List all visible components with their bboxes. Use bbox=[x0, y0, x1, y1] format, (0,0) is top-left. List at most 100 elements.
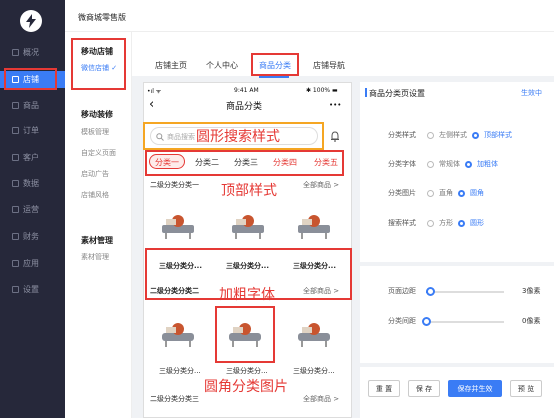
back-icon[interactable]: ‹ bbox=[149, 97, 154, 112]
option-label: 左侧样式 bbox=[439, 131, 467, 139]
tab-store-home[interactable]: 店铺主页 bbox=[155, 60, 187, 71]
battery-indicator: ✱ 100% ▬ bbox=[306, 87, 338, 94]
category-tab-1[interactable]: 分类一 bbox=[155, 157, 179, 168]
category-font-setting: 分类字体 常规体 加粗体 bbox=[388, 159, 498, 169]
search-style-setting: 搜索样式 方形 圆形 bbox=[388, 218, 484, 228]
radio-round-search[interactable] bbox=[458, 219, 465, 227]
radio-square-search[interactable] bbox=[427, 219, 434, 227]
subnav-item-launch-ad[interactable]: 启动广告 bbox=[81, 169, 109, 179]
sub-category-label: 三级分类分... bbox=[226, 262, 269, 270]
category-tab-3[interactable]: 分类三 bbox=[234, 157, 258, 168]
apps-icon bbox=[12, 260, 19, 267]
product-icon bbox=[12, 102, 19, 109]
panel-divider bbox=[360, 262, 554, 266]
category-tab-2[interactable]: 分类二 bbox=[195, 157, 219, 168]
annotation-top-style: 顶部样式 bbox=[221, 183, 277, 199]
subnav-item-wechat-store[interactable]: 微信店铺 ✓ bbox=[81, 63, 117, 73]
category-image[interactable] bbox=[156, 207, 200, 243]
bell-icon[interactable] bbox=[330, 131, 340, 142]
sidebar-item-finance[interactable]: 财务 bbox=[0, 228, 65, 245]
category-image[interactable] bbox=[226, 207, 270, 243]
subnav-item-style[interactable]: 店铺风格 bbox=[81, 190, 109, 200]
setting-label: 分类样式 bbox=[388, 131, 416, 139]
save-and-publish-button[interactable]: 保存并生效 bbox=[448, 380, 502, 397]
preview-button[interactable]: 预 览 bbox=[510, 380, 542, 397]
sidebar-item-label: 设置 bbox=[23, 285, 39, 294]
subnav-item-material-mgmt[interactable]: 素材管理 bbox=[81, 252, 109, 262]
sub-category-label: 三级分类分... bbox=[226, 367, 268, 375]
section-title-2: 二级分类分类二 bbox=[150, 287, 199, 295]
more-icon[interactable]: ••• bbox=[329, 101, 341, 109]
category-image[interactable] bbox=[156, 315, 200, 351]
sidebar-item-apps[interactable]: 应用 bbox=[0, 255, 65, 272]
active-tab-indicator bbox=[259, 76, 289, 78]
setting-label: 分类图片 bbox=[388, 189, 416, 197]
sidebar-item-store[interactable]: 店铺 bbox=[0, 71, 65, 88]
store-icon bbox=[12, 76, 19, 83]
sidebar-item-products[interactable]: 商品 bbox=[0, 97, 65, 114]
all-products-link-2[interactable]: 全部商品 > bbox=[303, 286, 339, 296]
status-time: 9:41 AM bbox=[234, 87, 259, 94]
option-label: 顶部样式 bbox=[484, 131, 512, 139]
option-label: 直角 bbox=[439, 189, 453, 197]
section-title-3: 二级分类分类三 bbox=[150, 395, 199, 403]
setting-label: 分类字体 bbox=[388, 160, 416, 168]
search-icon bbox=[156, 133, 164, 141]
radio-top-style[interactable] bbox=[472, 131, 479, 139]
radio-square-corner[interactable] bbox=[427, 189, 434, 197]
section-title-1: 二级分类分类一 bbox=[150, 181, 199, 189]
operations-icon bbox=[12, 206, 19, 213]
tab-category[interactable]: 商品分类 bbox=[259, 60, 291, 71]
category-image[interactable] bbox=[292, 315, 336, 351]
annotation-rounded-image: 圆角分类图片 bbox=[204, 379, 288, 395]
sidebar-item-operations[interactable]: 运营 bbox=[0, 201, 65, 218]
slider-handle[interactable] bbox=[426, 287, 435, 296]
sidebar-item-label: 客户 bbox=[23, 153, 39, 162]
sidebar-item-label: 商品 bbox=[23, 101, 39, 110]
page-margin-slider[interactable] bbox=[426, 287, 504, 296]
sidebar-item-settings[interactable]: 设置 bbox=[0, 281, 65, 298]
radio-left-style[interactable] bbox=[427, 131, 434, 139]
sidebar-item-label: 数据 bbox=[23, 179, 39, 188]
category-gap-value: 0像素 bbox=[522, 317, 541, 325]
category-image[interactable] bbox=[223, 315, 267, 351]
subnav-item-template[interactable]: 模板管理 bbox=[81, 127, 109, 137]
subnav-item-custom-page[interactable]: 自定义页面 bbox=[81, 148, 116, 158]
radio-regular-font[interactable] bbox=[427, 160, 434, 168]
topbar: 微商城零售版 bbox=[65, 0, 554, 32]
category-image[interactable] bbox=[292, 207, 336, 243]
app-title: 微商城零售版 bbox=[78, 13, 126, 22]
page-margin-label: 页面边距 bbox=[388, 287, 416, 295]
finance-icon bbox=[12, 233, 19, 240]
search-placeholder: 商品搜索 bbox=[167, 133, 195, 141]
sidebar-item-orders[interactable]: 订单 bbox=[0, 122, 65, 139]
settings-icon bbox=[12, 286, 19, 293]
sidebar-item-label: 概况 bbox=[23, 48, 39, 57]
tab-store-nav[interactable]: 店铺导航 bbox=[313, 60, 345, 71]
radio-bold-font[interactable] bbox=[465, 160, 472, 168]
all-products-link-3[interactable]: 全部商品 > bbox=[303, 394, 339, 404]
reset-button[interactable]: 重 置 bbox=[368, 380, 400, 397]
option-label: 加粗体 bbox=[477, 160, 498, 168]
sidebar-item-customers[interactable]: 客户 bbox=[0, 149, 65, 166]
save-button[interactable]: 保 存 bbox=[408, 380, 440, 397]
annotation-search-style: 圆形搜索样式 bbox=[196, 129, 280, 145]
sub-category-label: 三级分类分... bbox=[293, 367, 335, 375]
tab-profile[interactable]: 个人中心 bbox=[206, 60, 238, 71]
panel-title-accent bbox=[365, 88, 367, 97]
category-tab-5[interactable]: 分类五 bbox=[314, 157, 338, 168]
radio-rounded-corner[interactable] bbox=[458, 189, 465, 197]
setting-label: 搜索样式 bbox=[388, 219, 416, 227]
option-label: 圆形 bbox=[470, 219, 484, 227]
panel-divider bbox=[360, 363, 554, 367]
all-products-link-1[interactable]: 全部商品 > bbox=[303, 180, 339, 190]
sidebar-item-overview[interactable]: 概况 bbox=[0, 44, 65, 61]
category-gap-slider[interactable] bbox=[422, 317, 504, 326]
signal-indicator: •ıl ᯤ bbox=[147, 88, 162, 95]
subnav-heading-materials: 素材管理 bbox=[81, 236, 113, 245]
category-tab-4[interactable]: 分类四 bbox=[273, 157, 297, 168]
sidebar-item-data[interactable]: 数据 bbox=[0, 175, 65, 192]
category-style-setting: 分类样式 左侧样式 顶部样式 bbox=[388, 130, 512, 140]
slider-handle[interactable] bbox=[422, 317, 431, 326]
sidebar-item-label: 运营 bbox=[23, 205, 39, 214]
